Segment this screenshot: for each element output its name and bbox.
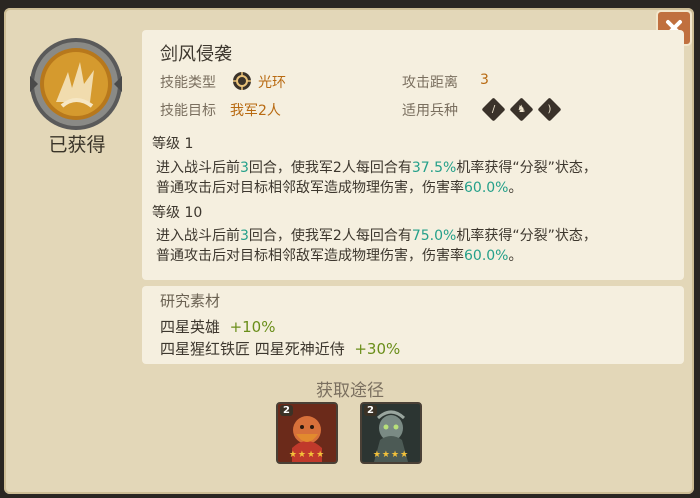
skill-type-label: 技能类型 [160,75,216,91]
attack-range-value: 3 [480,72,489,88]
hero-card-death-servant[interactable]: 2 ★★★★ [360,402,422,464]
level-10-label: 等级 10 [152,205,203,221]
attack-range-label: 攻击距离 [402,75,458,91]
research-material-title: 研究素材 [160,292,221,310]
hero-level: 2 [364,405,377,416]
aura-icon [233,72,251,90]
acquired-status: 已获得 [48,134,106,156]
material-row: 四星英雄 +10% [160,318,276,336]
material-row: 四星猩红铁匠 四星死神近侍 +30% [160,340,401,358]
hero-level: 2 [280,405,293,416]
bow-icon: ) [537,97,562,122]
horse-icon: ♞ [509,97,534,122]
troop-type-label: 适用兵种 [402,103,458,119]
skill-target-label: 技能目标 [160,103,216,119]
level-10-description: 进入战斗后前3回合，使我军2人每回合有75.0%机率获得“分裂”状态， 普通攻击… [156,228,597,264]
hero-stars: ★★★★ [372,450,410,460]
hero-stars: ★★★★ [288,450,326,460]
level-1-label: 等级 1 [152,136,194,152]
sword-icon: / [481,97,506,122]
hero-card-red-blacksmith[interactable]: 2 ★★★★ [276,402,338,464]
skill-name: 剑风侵袭 [160,44,232,65]
level-1-description: 进入战斗后前3回合，使我军2人每回合有37.5%机率获得“分裂”状态， 普通攻击… [156,160,597,196]
skill-target-value: 我军2人 [230,103,281,119]
troop-icons: / ♞ ) [481,97,562,122]
acquisition-source-title: 获取途径 [316,381,384,401]
skill-type-value: 光环 [258,75,286,91]
skill-emblem-icon [30,38,122,130]
